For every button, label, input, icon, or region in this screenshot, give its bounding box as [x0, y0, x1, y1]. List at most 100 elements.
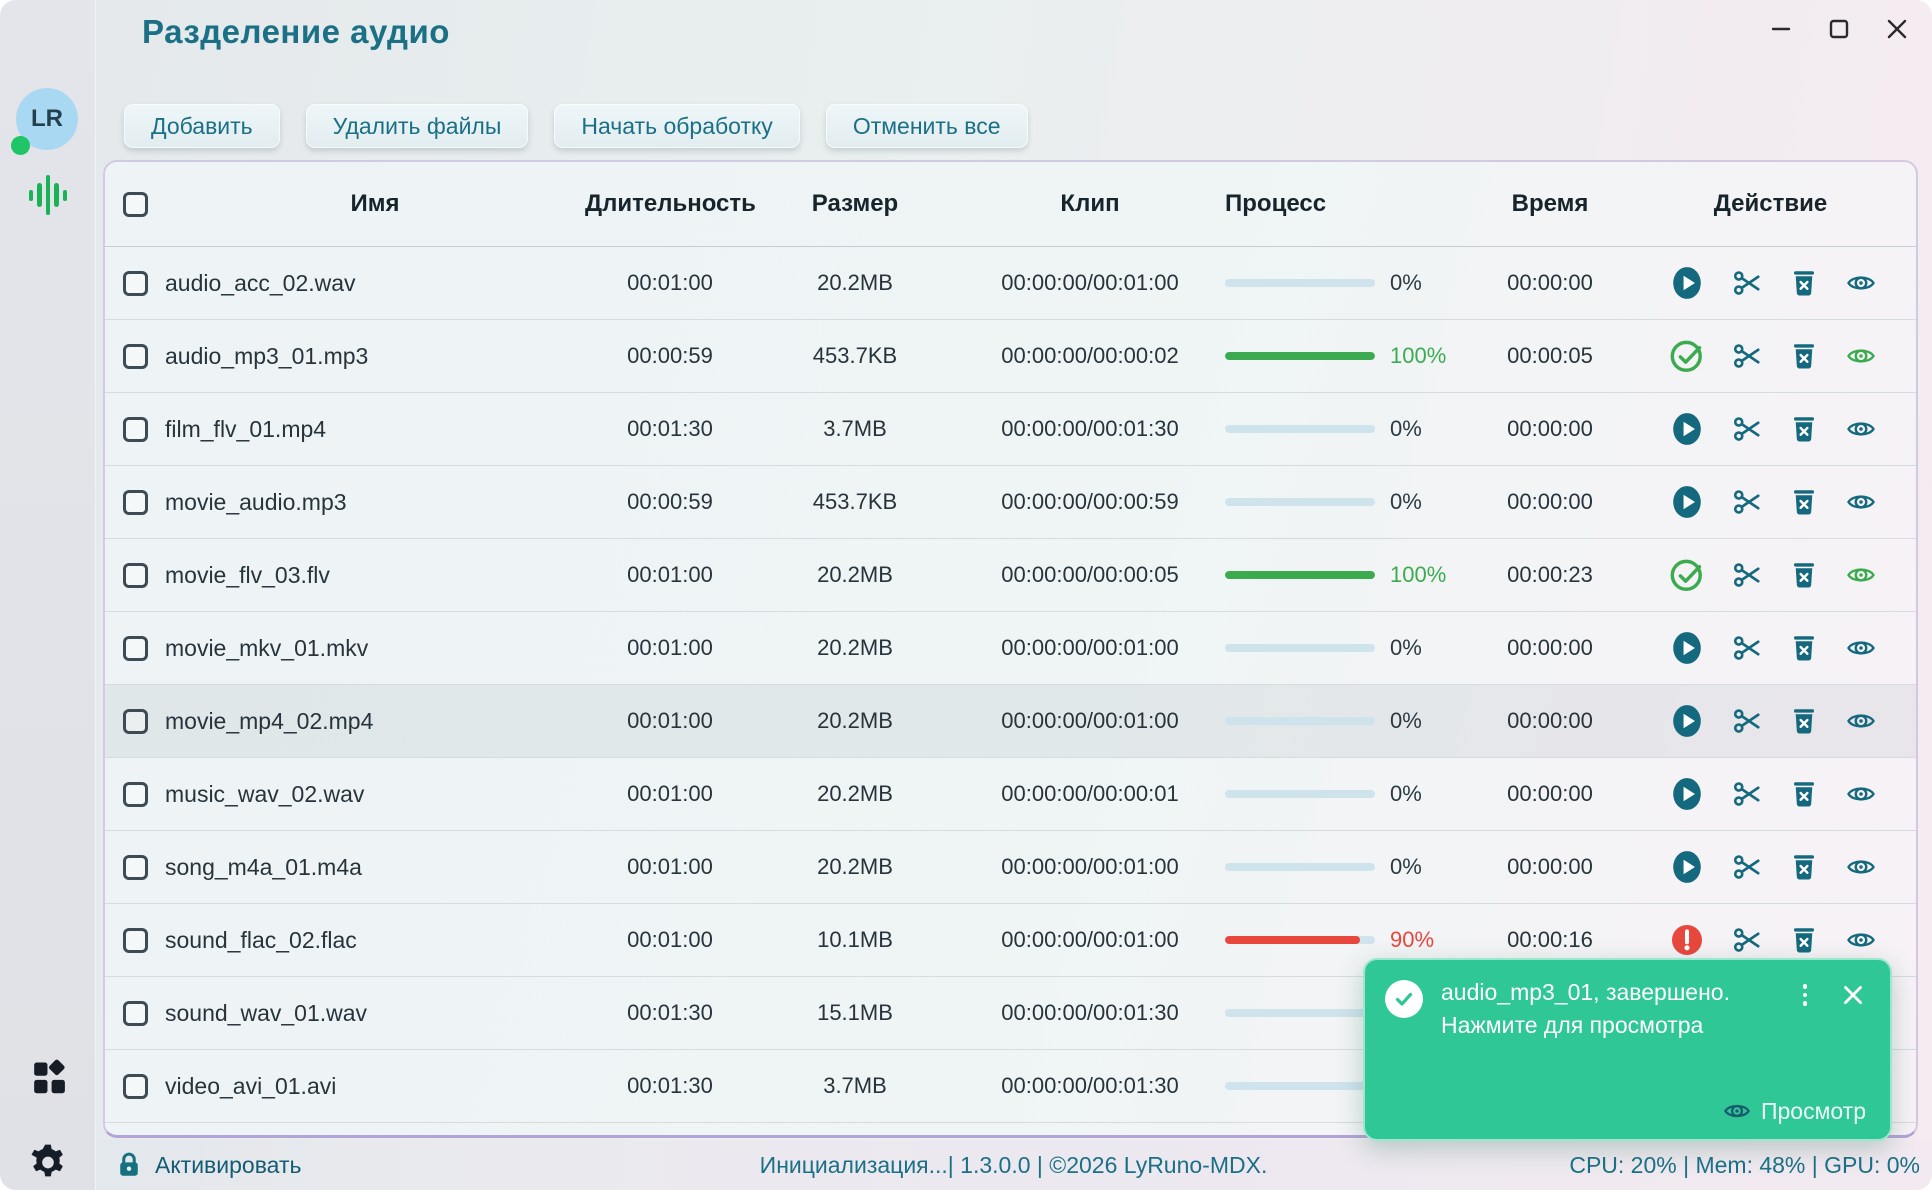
trash-icon[interactable] [1789, 268, 1819, 298]
scissors-icon[interactable] [1732, 341, 1762, 371]
column-header-time[interactable]: Время [1475, 190, 1625, 218]
play-icon[interactable] [1669, 703, 1705, 739]
eye-icon[interactable] [1846, 414, 1876, 444]
error-icon[interactable] [1669, 922, 1705, 958]
kebab-menu-icon[interactable] [1792, 982, 1818, 1008]
toast-close-icon[interactable] [1840, 982, 1866, 1008]
activate-button[interactable]: Активировать [115, 1140, 301, 1190]
status-slot [1669, 484, 1705, 520]
progress-percent: 0% [1390, 416, 1422, 441]
cancel-all-button[interactable]: Отменить все [825, 104, 1028, 148]
play-icon[interactable] [1669, 411, 1705, 447]
row-checkbox[interactable] [123, 563, 148, 589]
progress-percent: 0% [1390, 854, 1422, 879]
toast-notification[interactable]: audio_mp3_01, завершено. Нажмите для про… [1363, 958, 1892, 1141]
eye-icon[interactable] [1846, 633, 1876, 663]
clip-value: 00:00:00/00:01:00 [1001, 854, 1179, 879]
row-actions [1625, 265, 1916, 301]
duration-value: 00:01:30 [627, 1000, 713, 1025]
play-icon[interactable] [1669, 849, 1705, 885]
eye-icon[interactable] [1846, 852, 1876, 882]
duration-value: 00:00:59 [627, 489, 713, 514]
play-icon[interactable] [1669, 484, 1705, 520]
progress-cell: 0% [1225, 270, 1475, 296]
eye-icon[interactable] [1846, 706, 1876, 736]
trash-icon[interactable] [1789, 779, 1819, 809]
row-checkbox[interactable] [123, 928, 148, 954]
column-header-name[interactable]: Имя [165, 190, 585, 218]
delete-files-button[interactable]: Удалить файлы [305, 104, 529, 148]
toast-view-button[interactable]: Просмотр [1723, 1097, 1866, 1125]
scissors-icon[interactable] [1732, 268, 1762, 298]
table-row[interactable]: movie_audio.mp3 00:00:59 453.7KB 00:00:0… [105, 465, 1916, 538]
table-row[interactable]: film_flv_01.mp4 00:01:30 3.7MB 00:00:00/… [105, 392, 1916, 465]
eye-icon[interactable] [1846, 925, 1876, 955]
eye-icon[interactable] [1846, 341, 1876, 371]
close-icon[interactable] [1880, 12, 1914, 46]
table-row[interactable]: music_wav_02.wav 00:01:00 20.2MB 00:00:0… [105, 757, 1916, 830]
trash-icon[interactable] [1789, 414, 1819, 444]
scissors-icon[interactable] [1732, 487, 1762, 517]
row-checkbox[interactable] [123, 709, 148, 735]
dashboard-grid-icon[interactable] [31, 1059, 69, 1097]
scissors-icon[interactable] [1732, 414, 1762, 444]
trash-icon[interactable] [1789, 487, 1819, 517]
trash-icon[interactable] [1789, 706, 1819, 736]
column-header-duration[interactable]: Длительность [585, 190, 755, 218]
eye-icon[interactable] [1846, 779, 1876, 809]
scissors-icon[interactable] [1732, 925, 1762, 955]
check-circle-icon[interactable] [1669, 557, 1705, 593]
file-name: film_flv_01.mp4 [165, 415, 327, 442]
waveform-icon[interactable] [28, 174, 68, 216]
play-icon[interactable] [1669, 630, 1705, 666]
eye-icon[interactable] [1846, 560, 1876, 590]
gear-icon[interactable] [28, 1143, 68, 1183]
trash-icon[interactable] [1789, 341, 1819, 371]
eye-icon[interactable] [1846, 268, 1876, 298]
minimize-icon[interactable] [1764, 12, 1798, 46]
scissors-icon[interactable] [1732, 560, 1762, 590]
eye-icon[interactable] [1846, 487, 1876, 517]
table-row[interactable]: movie_mp4_02.mp4 00:01:00 20.2MB 00:00:0… [105, 684, 1916, 757]
maximize-icon[interactable] [1822, 12, 1856, 46]
row-checkbox[interactable] [123, 1001, 148, 1027]
trash-icon[interactable] [1789, 633, 1819, 663]
row-checkbox[interactable] [123, 1074, 148, 1100]
play-icon[interactable] [1669, 776, 1705, 812]
clip-value: 00:00:00/00:00:01 [1001, 781, 1179, 806]
status-slot [1669, 630, 1705, 666]
play-icon[interactable] [1669, 265, 1705, 301]
scissors-icon[interactable] [1732, 706, 1762, 736]
trash-icon[interactable] [1789, 560, 1819, 590]
column-header-size[interactable]: Размер [755, 190, 955, 218]
table-row[interactable]: movie_mkv_01.mkv 00:01:00 20.2MB 00:00:0… [105, 611, 1916, 684]
file-name: movie_mp4_02.mp4 [165, 707, 374, 734]
avatar-initials: LR [31, 105, 63, 132]
row-checkbox[interactable] [123, 636, 148, 662]
size-value: 3.7MB [823, 1073, 887, 1098]
time-value: 00:00:16 [1507, 927, 1593, 952]
check-circle-icon[interactable] [1669, 338, 1705, 374]
row-checkbox[interactable] [123, 490, 148, 516]
scissors-icon[interactable] [1732, 633, 1762, 663]
select-all-checkbox[interactable] [123, 192, 148, 218]
table-row[interactable]: movie_flv_03.flv 00:01:00 20.2MB 00:00:0… [105, 538, 1916, 611]
table-row[interactable]: audio_mp3_01.mp3 00:00:59 453.7KB 00:00:… [105, 319, 1916, 392]
trash-icon[interactable] [1789, 852, 1819, 882]
progress-cell: 100% [1225, 343, 1475, 369]
trash-icon[interactable] [1789, 925, 1819, 955]
table-row[interactable]: audio_acc_02.wav 00:01:00 20.2MB 00:00:0… [105, 247, 1916, 319]
progress-cell: 0% [1225, 635, 1475, 661]
add-button[interactable]: Добавить [124, 104, 280, 148]
table-row[interactable]: song_m4a_01.m4a 00:01:00 20.2MB 00:00:00… [105, 830, 1916, 903]
scissors-icon[interactable] [1732, 779, 1762, 809]
row-checkbox[interactable] [123, 855, 148, 881]
row-checkbox[interactable] [123, 344, 148, 370]
column-header-progress[interactable]: Процесс [1225, 190, 1475, 218]
scissors-icon[interactable] [1732, 852, 1762, 882]
row-checkbox[interactable] [123, 271, 148, 297]
start-processing-button[interactable]: Начать обработку [554, 104, 800, 148]
column-header-clip[interactable]: Клип [955, 190, 1225, 218]
row-checkbox[interactable] [123, 417, 148, 443]
row-checkbox[interactable] [123, 782, 148, 808]
